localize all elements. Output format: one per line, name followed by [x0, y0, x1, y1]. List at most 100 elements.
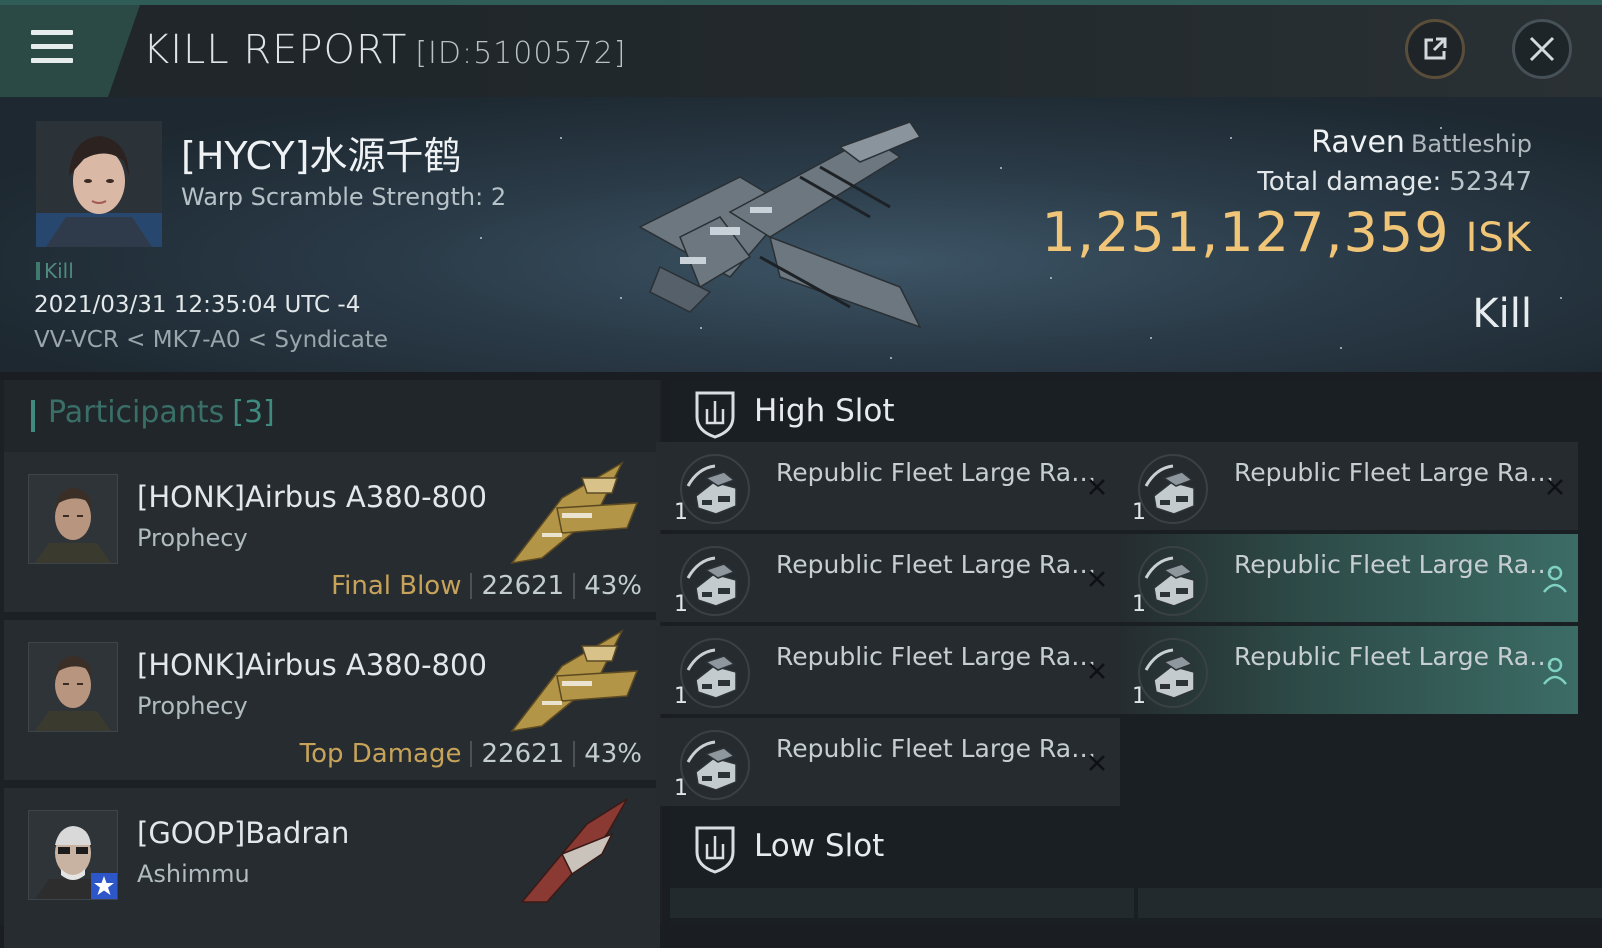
module-name: Republic Fleet Large Rapid... — [776, 550, 1106, 579]
high-slot-item[interactable]: 1 Republic Fleet Large Rapid... — [656, 534, 1120, 622]
low-slot-label: Low Slot — [754, 828, 885, 864]
rapid-launcher-icon — [680, 638, 750, 708]
rapid-launcher-icon — [1138, 638, 1208, 708]
victim-name[interactable]: [HYCY]水源千鹤 — [181, 125, 461, 180]
report-id: [ID:5100572] — [415, 36, 627, 71]
participant-name: [HONK]Airbus A380-800 — [137, 480, 487, 514]
victim-banner: [HYCY]水源千鹤 Warp Scramble Strength: 2 Kil… — [0, 97, 1602, 372]
hamburger-icon — [31, 30, 73, 35]
victim-ship-class: Battleship — [1410, 130, 1532, 158]
participant-ship: Ashimmu — [137, 860, 250, 888]
participant-stats: Top Damage 22621 43% — [300, 739, 642, 769]
participant-row[interactable]: [GOOP]Badran Ashimmu — [4, 788, 660, 948]
victim-avatar[interactable] — [36, 121, 162, 247]
high-slot-label: High Slot — [754, 393, 895, 429]
total-damage-label: Total damage: — [1257, 167, 1442, 197]
participant-percent: 43% — [584, 739, 642, 769]
participant-damage: 22621 — [481, 571, 565, 601]
participant-ship: Prophecy — [137, 692, 248, 720]
participants-panel: Participants [3] [HONK]Airbus A380-800 Pr… — [0, 380, 662, 948]
participant-damage: 22621 — [481, 739, 565, 769]
module-quantity: 1 — [1132, 684, 1146, 709]
low-slot-item[interactable] — [1138, 888, 1602, 918]
hamburger-icon-bar — [31, 44, 73, 49]
participant-stats: Final Blow 22621 43% — [331, 571, 642, 601]
victim-ship-name: Raven — [1311, 125, 1405, 160]
warp-scramble-strength: Warp Scramble Strength: 2 — [181, 183, 507, 211]
rapid-launcher-icon — [680, 730, 750, 800]
stat-separator — [573, 573, 576, 599]
victim-ship[interactable]: Raven Battleship — [1311, 125, 1532, 160]
isk-value: 1,251,127,359 ISK — [1042, 201, 1532, 264]
participants-header[interactable]: Participants [3] — [4, 380, 660, 452]
total-damage-value: 52347 — [1449, 167, 1532, 197]
menu-button[interactable] — [0, 5, 140, 97]
rapid-launcher-icon — [680, 454, 750, 524]
participant-row[interactable]: [HONK]Airbus A380-800 Prophecy Final Blo… — [4, 452, 660, 612]
close-button[interactable] — [1512, 19, 1572, 79]
module-name: Republic Fleet Large Rapid... — [776, 734, 1106, 763]
participant-avatar[interactable] — [28, 642, 118, 732]
participant-name: [GOOP]Badran — [137, 816, 350, 850]
stat-separator — [573, 741, 576, 767]
isk-amount: 1,251,127,359 — [1041, 201, 1450, 264]
victim-portrait-image — [36, 121, 162, 247]
module-name: Republic Fleet Large Rapid... — [1234, 550, 1564, 579]
rapid-launcher-icon — [1138, 454, 1208, 524]
module-quantity: 1 — [1132, 500, 1146, 525]
module-name: Republic Fleet Large Rapid... — [776, 642, 1106, 671]
high-slot-item[interactable]: 1 Republic Fleet Large Rapid... — [1114, 442, 1578, 530]
stat-separator — [470, 573, 473, 599]
isk-unit: ISK — [1465, 215, 1532, 261]
top-damage-tag: Top Damage — [299, 739, 462, 769]
close-icon — [1529, 36, 1555, 62]
module-name: Republic Fleet Large Rapid... — [1234, 642, 1564, 671]
rapid-launcher-icon — [680, 546, 750, 616]
module-quantity: 1 — [674, 776, 688, 801]
module-name: Republic Fleet Large Rapid... — [1234, 458, 1564, 487]
high-slot-item[interactable]: 1 Republic Fleet Large Rapid... — [656, 442, 1120, 530]
hamburger-icon-bar — [31, 58, 73, 63]
high-slot-item[interactable]: 1 Republic Fleet Large Rapid... — [1114, 534, 1578, 622]
kill-location[interactable]: VV-VCR < MK7-A0 < Syndicate — [34, 327, 388, 353]
header-bar: KILL REPORT [ID:5100572] — [0, 5, 1602, 97]
destroyed-x-icon — [1089, 479, 1105, 495]
kill-datetime: 2021/03/31 12:35:04 UTC -4 — [34, 292, 361, 318]
destroyed-x-icon — [1089, 755, 1105, 771]
shield-icon — [695, 391, 735, 439]
module-quantity: 1 — [674, 500, 688, 525]
high-slot-item[interactable]: 1 Republic Fleet Large Rapid... — [1114, 626, 1578, 714]
participant-portrait-image — [29, 475, 117, 563]
rapid-launcher-icon — [1138, 546, 1208, 616]
participants-title: Participants [3] — [48, 395, 275, 430]
module-name: Republic Fleet Large Rapid... — [776, 458, 1106, 487]
share-icon — [1424, 37, 1447, 60]
dropped-person-icon — [1543, 565, 1567, 593]
participant-ship-image — [510, 629, 639, 733]
report-result: Kill — [1472, 291, 1532, 337]
participant-ship-image — [510, 461, 639, 565]
participants-accent — [31, 400, 35, 432]
module-quantity: 1 — [1132, 592, 1146, 617]
high-slot-header[interactable]: High Slot — [670, 380, 1602, 450]
total-damage: Total damage: 52347 — [1257, 167, 1532, 197]
high-slot-item[interactable]: 1 Republic Fleet Large Rapid... — [656, 626, 1120, 714]
destroyed-x-icon — [1547, 479, 1563, 495]
stat-separator — [470, 741, 473, 767]
participant-row[interactable]: [HONK]Airbus A380-800 Prophecy Top Damag… — [4, 620, 660, 780]
module-quantity: 1 — [674, 684, 688, 709]
participants-count: [3] — [232, 395, 275, 430]
participants-label: Participants — [48, 395, 225, 430]
low-slot-item[interactable] — [670, 888, 1134, 918]
share-button[interactable] — [1405, 19, 1465, 79]
low-slot-header[interactable]: Low Slot — [670, 815, 1602, 885]
module-quantity: 1 — [674, 592, 688, 617]
victim-ship-image — [638, 121, 922, 329]
kill-tag-label: Kill — [44, 259, 74, 283]
participant-avatar[interactable] — [28, 474, 118, 564]
participant-avatar[interactable] — [28, 810, 118, 900]
participant-percent: 43% — [584, 571, 642, 601]
high-slot-item[interactable]: 1 Republic Fleet Large Rapid... — [656, 718, 1120, 806]
destroyed-x-icon — [1089, 663, 1105, 679]
participant-portrait-image — [29, 643, 117, 731]
